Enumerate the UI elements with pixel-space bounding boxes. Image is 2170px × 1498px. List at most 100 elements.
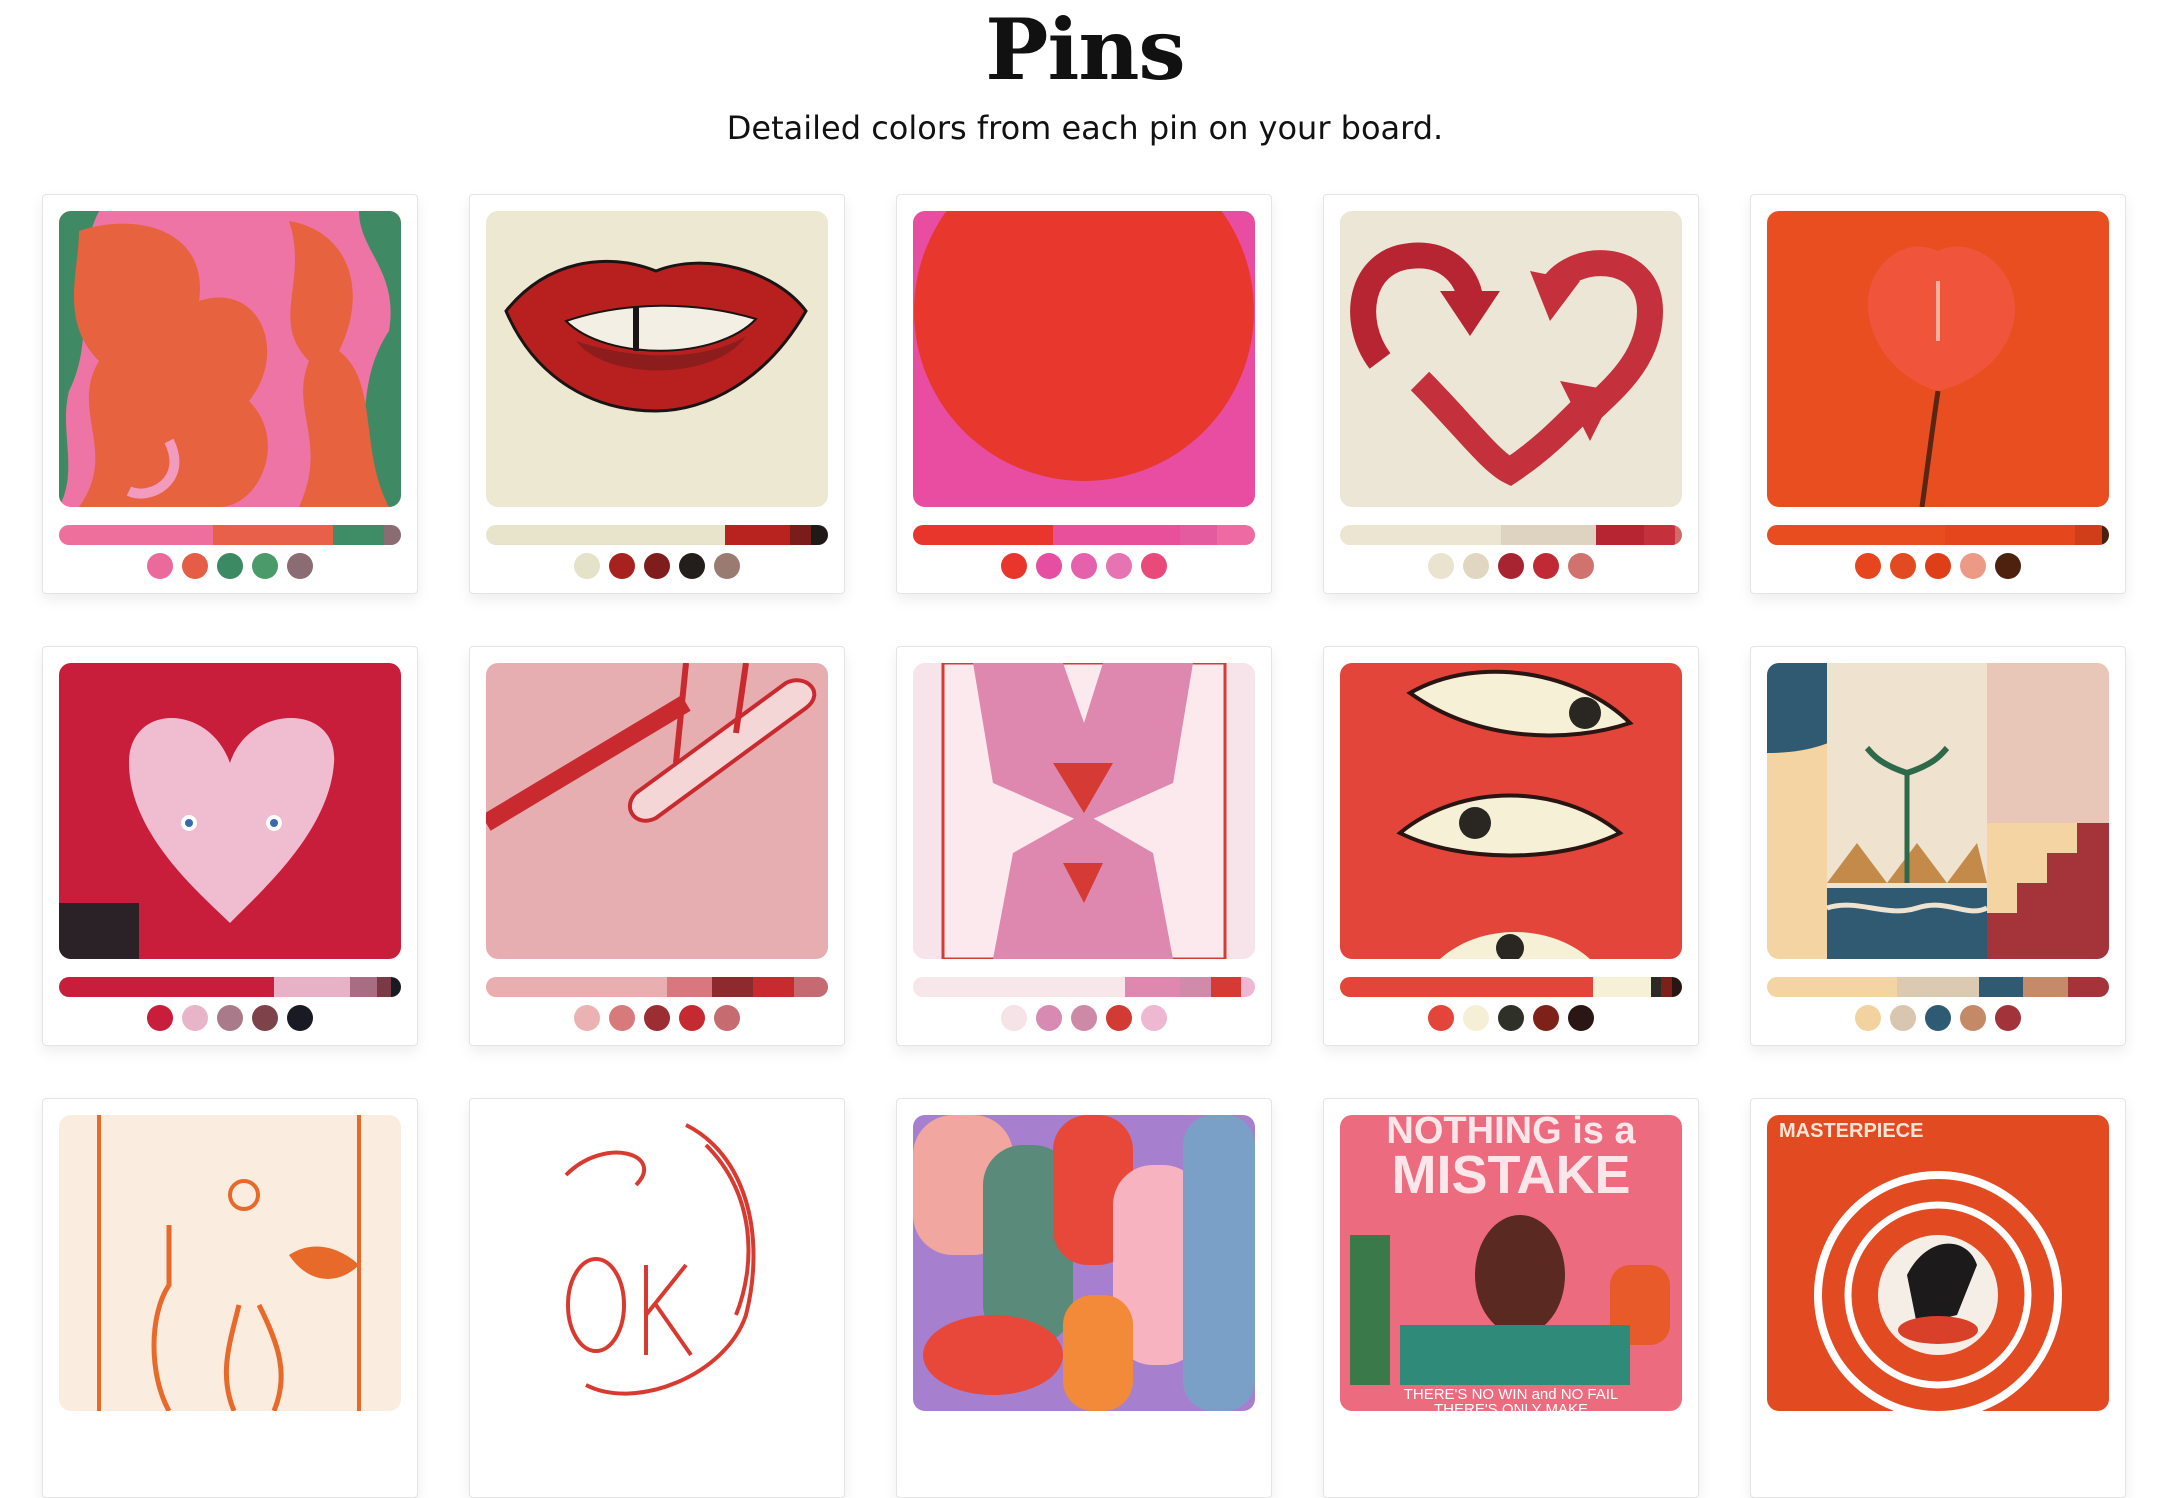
- page-header: Pins Detailed colors from each pin on yo…: [0, 0, 2170, 150]
- pin-image-ok-hand[interactable]: [486, 1115, 828, 1411]
- pin-image-queen-card[interactable]: [913, 663, 1255, 959]
- pin-card[interactable]: MASTERPIECE: [1750, 1098, 2126, 1498]
- color-proportion-bar: [1767, 525, 2109, 545]
- pin-card[interactable]: [896, 1098, 1272, 1498]
- pin-card[interactable]: [42, 646, 418, 1046]
- color-swatch[interactable]: [609, 1005, 635, 1031]
- color-swatch[interactable]: [1568, 1005, 1594, 1031]
- color-segment: [752, 977, 794, 997]
- pin-image-lips[interactable]: [486, 211, 828, 507]
- pin-image-anthurium[interactable]: [1767, 211, 2109, 507]
- poster-text-masterpiece: MASTERPIECE: [1779, 1120, 1923, 1142]
- pin-card[interactable]: [1323, 646, 1699, 1046]
- color-swatch[interactable]: [1141, 1005, 1167, 1031]
- color-swatch[interactable]: [217, 553, 243, 579]
- color-swatch[interactable]: [1071, 553, 1097, 579]
- color-swatch[interactable]: [714, 553, 740, 579]
- pin-image-mediterranean[interactable]: [1767, 663, 2109, 959]
- pin-image-skateboard[interactable]: [486, 663, 828, 959]
- pin-image-nothing-mistake[interactable]: NOTHING is a MISTAKE THERE'S NO WIN and …: [1340, 1115, 1682, 1411]
- color-proportion-bar: [59, 977, 401, 997]
- color-swatch[interactable]: [1568, 553, 1594, 579]
- color-swatch[interactable]: [1925, 1005, 1951, 1031]
- color-swatch[interactable]: [287, 553, 313, 579]
- color-swatch[interactable]: [1925, 553, 1951, 579]
- pin-image-eyes[interactable]: [1340, 663, 1682, 959]
- color-swatch[interactable]: [1995, 1005, 2021, 1031]
- color-swatches: [59, 553, 401, 579]
- pin-card[interactable]: [42, 1098, 418, 1498]
- color-swatches: [913, 1005, 1255, 1031]
- color-swatch[interactable]: [1106, 553, 1132, 579]
- color-swatch[interactable]: [1141, 553, 1167, 579]
- color-swatch[interactable]: [1036, 1005, 1062, 1031]
- color-swatches: [59, 1005, 401, 1031]
- pin-image-heart-dish[interactable]: [59, 663, 401, 959]
- pin-image-red-sun[interactable]: [913, 211, 1255, 507]
- color-swatch[interactable]: [644, 1005, 670, 1031]
- color-swatch[interactable]: [1498, 1005, 1524, 1031]
- color-swatch[interactable]: [1855, 553, 1881, 579]
- color-segment: [1644, 525, 1676, 545]
- color-segment: [212, 525, 333, 545]
- pin-card[interactable]: [469, 194, 845, 594]
- color-swatch[interactable]: [182, 1005, 208, 1031]
- color-swatch[interactable]: [679, 553, 705, 579]
- pin-card[interactable]: [42, 194, 418, 594]
- color-swatch[interactable]: [679, 1005, 705, 1031]
- color-swatch[interactable]: [1463, 1005, 1489, 1031]
- color-swatch[interactable]: [287, 1005, 313, 1031]
- color-swatch[interactable]: [574, 553, 600, 579]
- color-proportion-bar: [1340, 977, 1682, 997]
- color-segment: [1500, 525, 1597, 545]
- pin-card[interactable]: [469, 646, 845, 1046]
- color-swatch[interactable]: [714, 1005, 740, 1031]
- pin-image-abstract-shapes[interactable]: [913, 1115, 1255, 1411]
- color-segment: [1767, 525, 1945, 545]
- color-segment: [1944, 525, 2075, 545]
- color-swatch[interactable]: [1071, 1005, 1097, 1031]
- color-swatch[interactable]: [1890, 553, 1916, 579]
- color-swatch[interactable]: [1855, 1005, 1881, 1031]
- color-segment: [1767, 977, 1897, 997]
- color-swatches: [486, 553, 828, 579]
- pin-card[interactable]: NOTHING is a MISTAKE THERE'S NO WIN and …: [1323, 1098, 1699, 1498]
- pin-card[interactable]: [1750, 646, 2126, 1046]
- color-swatch[interactable]: [1428, 553, 1454, 579]
- color-swatch[interactable]: [252, 553, 278, 579]
- pin-image-vertigo[interactable]: MASTERPIECE: [1767, 1115, 2109, 1411]
- color-swatch[interactable]: [147, 1005, 173, 1031]
- pin-card[interactable]: [1750, 194, 2126, 594]
- pin-card[interactable]: [896, 646, 1272, 1046]
- color-swatch[interactable]: [1960, 553, 1986, 579]
- color-swatch[interactable]: [1890, 1005, 1916, 1031]
- color-swatch[interactable]: [1428, 1005, 1454, 1031]
- color-swatch[interactable]: [574, 1005, 600, 1031]
- color-swatch[interactable]: [1533, 1005, 1559, 1031]
- color-swatch[interactable]: [252, 1005, 278, 1031]
- pin-image-vases[interactable]: [59, 1115, 401, 1411]
- color-swatch[interactable]: [1533, 553, 1559, 579]
- color-swatch[interactable]: [1463, 553, 1489, 579]
- color-swatch[interactable]: [1001, 1005, 1027, 1031]
- color-swatch[interactable]: [1960, 1005, 1986, 1031]
- color-proportion-bar: [59, 525, 401, 545]
- color-swatch[interactable]: [147, 553, 173, 579]
- pin-card[interactable]: [896, 194, 1272, 594]
- pin-image-recycle-heart[interactable]: [1340, 211, 1682, 507]
- color-swatch[interactable]: [1995, 553, 2021, 579]
- pin-card[interactable]: [1323, 194, 1699, 594]
- color-segment: [274, 977, 350, 997]
- color-swatch[interactable]: [1001, 553, 1027, 579]
- color-swatch[interactable]: [1036, 553, 1062, 579]
- color-swatch[interactable]: [182, 553, 208, 579]
- color-swatch[interactable]: [1106, 1005, 1132, 1031]
- pin-card[interactable]: [469, 1098, 845, 1498]
- color-swatch[interactable]: [644, 553, 670, 579]
- color-segment: [1241, 977, 1255, 997]
- color-swatch[interactable]: [217, 1005, 243, 1031]
- color-swatch[interactable]: [609, 553, 635, 579]
- pin-image-abstract-figures[interactable]: [59, 211, 401, 507]
- color-swatch[interactable]: [1498, 553, 1524, 579]
- color-swatches: [1340, 553, 1682, 579]
